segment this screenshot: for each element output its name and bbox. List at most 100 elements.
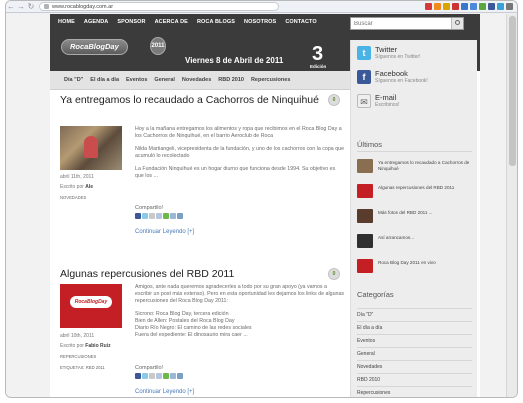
calendar-icon[interactable]	[470, 3, 477, 10]
gmail-icon[interactable]	[452, 3, 459, 10]
docs-icon[interactable]	[461, 3, 468, 10]
email-icon[interactable]	[170, 213, 176, 219]
recent-post-title[interactable]: Algunas repercusiones del RBD 2011	[378, 185, 474, 191]
recent-post[interactable]: Algunas repercusiones del RBD 2011	[357, 183, 475, 201]
reload-icon[interactable]: ↻	[26, 1, 36, 13]
sidebar-category-link[interactable]: Novedades	[357, 364, 382, 370]
categories-heading: Categorías	[357, 290, 394, 299]
nav-link[interactable]: NOSOTROS	[244, 19, 276, 25]
search-button[interactable]	[451, 18, 463, 29]
post-labels[interactable]: ETIQUETAS: RBD 2011	[60, 365, 105, 370]
back-icon[interactable]: ←	[6, 1, 16, 13]
twitter-icon[interactable]	[142, 213, 148, 219]
recent-post-title[interactable]: Roca Blog Day 2011 en vivo	[378, 260, 474, 266]
delicious-icon[interactable]	[149, 373, 155, 379]
digg-icon[interactable]	[156, 373, 162, 379]
post-thumbnail[interactable]: RocaBlogDay	[60, 284, 122, 328]
category-link[interactable]: Eventos	[126, 77, 147, 83]
nav-link[interactable]: ROCA BLOGS	[197, 19, 235, 25]
recent-post[interactable]: Más fotos del RBD 2011 ...	[357, 208, 475, 226]
post-title[interactable]: Ya entregamos lo recaudado a Cachorros d…	[60, 94, 319, 106]
share-icon[interactable]	[177, 213, 183, 219]
search-icon	[455, 20, 460, 25]
sidebar-category-link[interactable]: Día "D"	[357, 312, 373, 318]
comment-count[interactable]: 0	[328, 268, 340, 280]
forward-icon[interactable]: →	[16, 1, 26, 13]
site-logo[interactable]: RocaBlogDay	[61, 39, 128, 55]
top-nav: HOME AGENDA SPONSOR ACERCA DE ROCA BLOGS NOSO…	[58, 19, 317, 25]
wrench-icon[interactable]	[506, 3, 513, 10]
recent-thumbnail	[357, 234, 373, 248]
evernote-icon[interactable]	[479, 3, 486, 10]
category-link[interactable]: Repercusiones	[251, 77, 290, 83]
divider	[357, 151, 472, 152]
page-viewport: HOME AGENDA SPONSOR ACERCA DE ROCA BLOGS NOSO…	[6, 14, 517, 397]
category-link[interactable]: El día a día	[90, 77, 119, 83]
recent-post[interactable]: Así arrancamos...	[357, 233, 475, 251]
social-link-email[interactable]: ✉ E-mail Escribinos!	[357, 94, 399, 108]
stumble-icon[interactable]	[163, 373, 169, 379]
social-name[interactable]: Facebook	[375, 70, 428, 78]
digg-icon[interactable]	[156, 213, 162, 219]
facebook-icon[interactable]	[135, 373, 141, 379]
comment-count[interactable]: 0	[328, 94, 340, 106]
divider	[357, 373, 472, 374]
sidebar-category-link[interactable]: General	[357, 351, 375, 357]
page-icon	[44, 4, 49, 9]
sidebar-category-link[interactable]: Repercusiones	[357, 390, 390, 396]
divider	[357, 347, 472, 348]
search-input[interactable]	[351, 18, 451, 29]
category-link[interactable]: General	[154, 77, 174, 83]
author-name[interactable]: Fabio Ruiz	[85, 343, 110, 349]
recent-thumbnail	[357, 259, 373, 273]
sidebar-category-link[interactable]: El día a día	[357, 325, 382, 331]
divider	[357, 334, 472, 335]
continue-link[interactable]: Continuar Leyendo [+]	[135, 229, 194, 235]
star-icon[interactable]	[443, 3, 450, 10]
nav-link[interactable]: HOME	[58, 19, 75, 25]
delicious-icon[interactable]	[149, 213, 155, 219]
post-tags[interactable]: REPERCUSIONES	[60, 354, 96, 359]
current-date: Viernes 8 de Abril de 2011	[185, 56, 284, 65]
social-name[interactable]: E-mail	[375, 94, 399, 102]
recent-post[interactable]: Ya entregamos lo recaudado a Cachorros d…	[357, 158, 475, 176]
url-text: www.rocablogday.com.ar	[52, 3, 114, 10]
stumble-icon[interactable]	[163, 213, 169, 219]
post-date: abril 11th, 2011	[60, 174, 94, 180]
share-label: Compartilo!	[135, 205, 164, 211]
nav-link[interactable]: CONTACTO	[285, 19, 316, 25]
author-name[interactable]: Ale	[85, 184, 93, 190]
nav-link[interactable]: ACERCA DE	[155, 19, 188, 25]
sidebar-category-link[interactable]: RBD 2010	[357, 377, 380, 383]
continue-link[interactable]: Continuar Leyendo [+]	[135, 389, 194, 395]
sidebar-category-link[interactable]: Eventos	[357, 338, 375, 344]
twitter-icon[interactable]	[142, 373, 148, 379]
scroll-thumb[interactable]	[509, 16, 516, 166]
facebook-icon[interactable]	[488, 3, 495, 10]
address-bar[interactable]: www.rocablogday.com.ar	[39, 2, 279, 11]
category-link[interactable]: RBD 2010	[218, 77, 244, 83]
share-icon[interactable]	[177, 373, 183, 379]
category-link[interactable]: Novedades	[182, 77, 211, 83]
nav-link[interactable]: SPONSOR	[117, 19, 145, 25]
recent-post-title[interactable]: Así arrancamos...	[378, 235, 474, 241]
email-icon[interactable]	[170, 373, 176, 379]
post-title[interactable]: Algunas repercusiones del RBD 2011	[60, 268, 234, 280]
post-body: Hoy a la mañana entregamos los alimentos…	[135, 126, 345, 186]
rss-icon[interactable]	[434, 3, 441, 10]
scrollbar[interactable]	[506, 14, 517, 397]
post: Algunas repercusiones del RBD 2011 0 Roc…	[60, 268, 344, 397]
social-link-facebook[interactable]: f Facebook Síguenos en Facebook!	[357, 70, 428, 84]
facebook-icon[interactable]	[135, 213, 141, 219]
social-name[interactable]: Twitter	[375, 46, 421, 54]
nav-link[interactable]: AGENDA	[84, 19, 108, 25]
twitter-icon[interactable]	[497, 3, 504, 10]
recent-post-title[interactable]: Ya entregamos lo recaudado a Cachorros d…	[378, 160, 474, 172]
recent-post[interactable]: Roca Blog Day 2011 en vivo	[357, 258, 475, 276]
adblock-icon[interactable]	[425, 3, 432, 10]
post-thumbnail[interactable]	[60, 126, 122, 170]
recent-post-title[interactable]: Más fotos del RBD 2011 ...	[378, 210, 474, 216]
post-tags[interactable]: NOVEDADES	[60, 195, 86, 200]
category-link[interactable]: Día "D"	[64, 77, 83, 83]
social-link-twitter[interactable]: t Twitter Síguenos en Twitter!	[357, 46, 421, 60]
